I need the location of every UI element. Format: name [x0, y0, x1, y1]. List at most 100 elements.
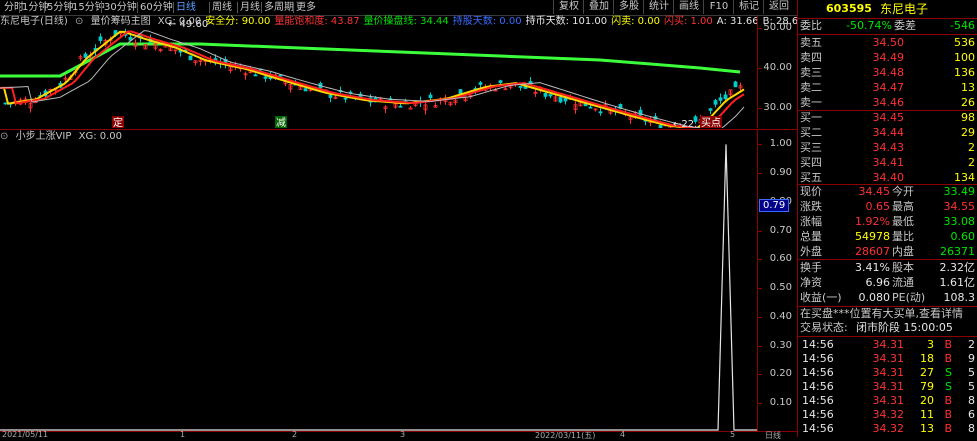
candle[interactable] [253, 73, 258, 77]
order-row[interactable]: 买五 34.40 134 [798, 171, 977, 185]
order-volume: 536 [954, 36, 975, 49]
candle[interactable] [518, 86, 523, 91]
toolbar-divider [237, 2, 238, 13]
candle[interactable] [408, 105, 413, 110]
big-order-notice[interactable]: 在买盘***位置有大买单,查看详情 [798, 307, 977, 321]
toolbar-button[interactable]: 标记 [733, 0, 764, 14]
weicha-label: 委差 [894, 19, 916, 32]
candle[interactable] [398, 103, 403, 108]
period-tab[interactable]: 多周期 [264, 1, 294, 14]
tick-volume: 79 [920, 380, 934, 393]
date-tick-label: 1 [180, 430, 186, 439]
candle[interactable] [288, 83, 293, 93]
candle[interactable] [173, 49, 178, 55]
candle[interactable] [433, 102, 438, 108]
tick-row[interactable]: 14:56 34.31 20 B 8 [798, 394, 977, 408]
axis-tick-mark [758, 345, 762, 347]
order-row[interactable]: 卖四 34.49 100 [798, 51, 977, 65]
order-volume: 136 [954, 66, 975, 79]
toolbar-button[interactable]: 多股 [613, 0, 644, 14]
date-tick-label: 5 [730, 430, 736, 439]
toolbar-button[interactable]: 复权 [553, 0, 584, 14]
candle[interactable] [193, 60, 198, 66]
stat-value: 108.3 [943, 291, 976, 304]
candle[interactable] [548, 94, 553, 99]
axis-tick-mark [758, 288, 762, 290]
candle[interactable] [78, 54, 83, 61]
order-price: 34.41 [872, 156, 905, 169]
toolbar-button[interactable]: 画线 [673, 0, 704, 14]
sub-indicator-chart[interactable] [0, 130, 757, 432]
order-row[interactable]: 卖二 34.47 13 [798, 81, 977, 95]
candle[interactable] [188, 55, 193, 61]
period-tab[interactable]: 60分钟 [140, 1, 173, 14]
candle[interactable] [158, 48, 163, 53]
candle[interactable] [598, 108, 603, 116]
order-row[interactable]: 卖三 34.48 136 [798, 66, 977, 80]
weibi-value: -50.74% [846, 19, 892, 32]
candle[interactable] [243, 71, 248, 80]
order-row[interactable]: 买四 34.41 2 [798, 156, 977, 170]
candle[interactable] [713, 98, 718, 108]
quote-label: 外盘 [800, 245, 822, 258]
toolbar-divider [101, 2, 102, 13]
candle[interactable] [333, 95, 338, 100]
period-tab[interactable]: 周线 [212, 1, 232, 14]
period-tab[interactable]: 月线 [240, 1, 260, 14]
candle[interactable] [718, 93, 723, 104]
period-tab[interactable]: 30分钟 [104, 1, 137, 14]
tick-price: 34.31 [872, 380, 905, 393]
order-row[interactable]: 卖五 34.50 536 [798, 36, 977, 50]
candle[interactable] [143, 43, 148, 50]
toolbar-divider [137, 2, 138, 13]
period-tab[interactable]: 15分钟 [72, 1, 105, 14]
candle[interactable] [343, 97, 348, 103]
sub-indicator-pane[interactable]: ⊙ 小步上涨VIP XG: 0.00 1.000.900.800.700.600… [0, 129, 797, 432]
toolbar-button[interactable]: 返回 [763, 0, 794, 14]
candle[interactable] [348, 90, 353, 95]
tick-volume: 27 [920, 366, 934, 379]
tick-price: 34.31 [872, 338, 905, 351]
order-row[interactable]: 卖一 34.46 26 [798, 96, 977, 110]
candle[interactable] [573, 101, 578, 114]
kline-main-pane[interactable]: 东尼电子(日线) ⊙ 量价筹码主图 XG: 0.00 安全分: 90.00 量能饱和… [0, 16, 805, 128]
notice-text[interactable]: 在买盘***位置有大买单,查看详情 [800, 307, 963, 321]
order-volume: 134 [954, 171, 975, 184]
candle[interactable] [478, 80, 483, 88]
order-level-label: 卖四 [800, 51, 822, 64]
candle[interactable] [733, 80, 738, 88]
candle[interactable] [383, 105, 388, 114]
order-level-label: 卖五 [800, 36, 822, 49]
order-row[interactable]: 买三 34.43 2 [798, 141, 977, 155]
candle[interactable] [263, 75, 268, 82]
order-price: 34.47 [872, 81, 905, 94]
toolbar-button[interactable]: F10 [703, 0, 734, 14]
date-tick-label: 2022/03/11(五) [535, 431, 596, 440]
toolbar-button[interactable]: 统计 [643, 0, 674, 14]
tick-row[interactable]: 14:56 34.32 13 B 8 [798, 422, 977, 436]
tick-count: 5 [968, 366, 975, 379]
quote-value: 33.08 [943, 215, 976, 228]
tick-row[interactable]: 14:56 34.31 27 S 5 [798, 366, 977, 380]
kline-chart[interactable]: ← 49.60 ←22. 定 减 买点 [0, 16, 757, 128]
tick-row[interactable]: 14:56 34.31 18 B 9 [798, 352, 977, 366]
tick-row[interactable]: 14:56 34.32 11 B 6 [798, 408, 977, 422]
order-row[interactable]: 买二 34.44 29 [798, 126, 977, 140]
candle[interactable] [3, 102, 8, 105]
candle[interactable] [638, 106, 643, 117]
candle[interactable] [448, 101, 453, 107]
quote-label: 今开 [892, 185, 914, 198]
weibi-row: 委比 -50.74% 委差 -546 [798, 19, 977, 33]
toolbar-button[interactable]: 叠加 [583, 0, 614, 14]
candle[interactable] [593, 108, 598, 112]
period-tab[interactable]: 日线 [176, 1, 196, 14]
order-row[interactable]: 买一 34.45 98 [798, 111, 977, 125]
tick-row[interactable]: 14:56 34.31 79 S 5 [798, 380, 977, 394]
candle[interactable] [708, 107, 713, 115]
candle[interactable] [423, 100, 428, 115]
period-tab[interactable]: 更多 [296, 1, 316, 14]
candle[interactable] [153, 42, 158, 51]
tick-row[interactable]: 14:56 34.31 3 B 2 [798, 338, 977, 352]
candle[interactable] [98, 33, 103, 44]
period-tab[interactable]: 分时 [4, 1, 24, 14]
